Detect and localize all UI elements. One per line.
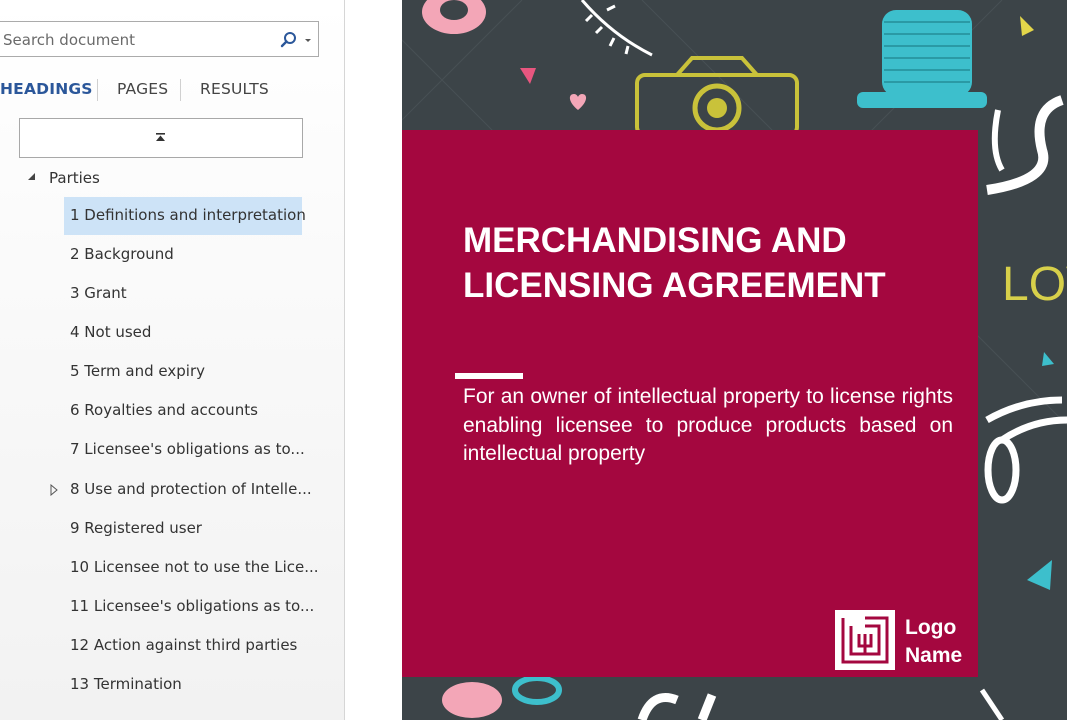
heading-label: 10 Licensee not to use the Lice... [70,558,319,576]
cover-title-block: MERCHANDISING AND LICENSING AGREEMENT Fo… [402,130,978,677]
collapsed-triangle-icon[interactable] [49,484,59,496]
tab-results[interactable]: RESULTS [200,80,269,98]
heading-item-action-against-third-parties[interactable]: 12 Action against third parties [64,627,302,665]
scroll-to-top-button[interactable] [19,118,303,158]
tab-divider [97,79,98,101]
heading-label: 13 Termination [70,675,182,693]
triangle-shape [1027,560,1052,590]
heading-list: Parties 1 Definitions and interpretation… [0,160,345,720]
triangle-shape [1020,16,1034,36]
heading-label: Parties [49,169,100,187]
document-title: MERCHANDISING AND LICENSING AGREEMENT [463,221,886,305]
heading-item-licensee-obligations[interactable]: 7 Licensee's obligations as to... [64,431,305,469]
search-button[interactable] [279,30,313,50]
heading-label: 12 Action against third parties [70,636,298,654]
document-page[interactable]: LOV MERCHANDISING AND LICENSING AGREEMEN… [402,0,1067,720]
heading-item-registered-user[interactable]: 9 Registered user [64,510,302,548]
expanded-triangle-icon[interactable] [26,172,36,182]
leaf-branch-icon [580,0,653,57]
heading-label: 4 Not used [70,323,152,341]
heading-label: 3 Grant [70,284,127,302]
heading-item-grant[interactable]: 3 Grant [64,275,302,313]
heading-label: 6 Royalties and accounts [70,401,258,419]
lettering-shape [637,693,717,720]
heading-item-definitions[interactable]: 1 Definitions and interpretation [64,197,306,235]
heading-label: 7 Licensee's obligations as to... [70,440,305,458]
search-icon [280,32,311,48]
heading-item-termination[interactable]: 13 Termination [64,666,302,704]
heading-item-royalties[interactable]: 6 Royalties and accounts [64,392,302,430]
lettering-shape [979,688,1005,720]
spool-icon [422,0,486,34]
accent-divider [455,373,523,379]
heading-item-use-and-protection[interactable]: 8 Use and protection of Intelle... [50,471,312,509]
thread-spool-icon [857,10,987,108]
heading-item-licensee-obligations-2[interactable]: 11 Licensee's obligations as to... [64,588,314,626]
logo-name: Logo Name [905,616,963,667]
triangle-shape [1042,352,1054,366]
heading-label: 2 Background [70,245,174,263]
tab-headings[interactable]: HEADINGS [0,80,93,98]
heading-label: 11 Licensee's obligations as to... [70,597,315,615]
search-input[interactable] [3,29,265,51]
triangle-shape [520,68,536,84]
heading-item-parties[interactable]: Parties [0,168,300,190]
heart-icon [569,94,587,110]
logo-icon [835,610,895,670]
search-box [0,21,319,57]
heading-label: 1 Definitions and interpretation [70,206,306,224]
heading-item-background[interactable]: 2 Background [64,236,302,274]
scissors-icon [984,396,1067,504]
camera-icon [635,56,799,137]
heading-label: 9 Registered user [70,519,202,537]
heading-item-not-used[interactable]: 4 Not used [64,314,302,352]
heading-label: 5 Term and expiry [70,362,205,380]
spool-icon [442,682,502,718]
background-lettering: LOV [1002,258,1067,311]
navigation-pane: HEADINGS PAGES RESULTS Parties 1 Definit… [0,0,345,720]
document-subtitle: For an owner of intellectual property to… [463,385,953,465]
collapse-up-icon [156,133,165,141]
tab-divider [180,79,181,101]
ring-shape [512,675,562,705]
tab-pages[interactable]: PAGES [117,80,168,98]
heading-label: 8 Use and protection of Intelle... [70,480,312,498]
heading-item-licensee-not-to-use[interactable]: 10 Licensee not to use the Lice... [64,549,319,587]
heading-item-term[interactable]: 5 Term and expiry [64,353,302,391]
